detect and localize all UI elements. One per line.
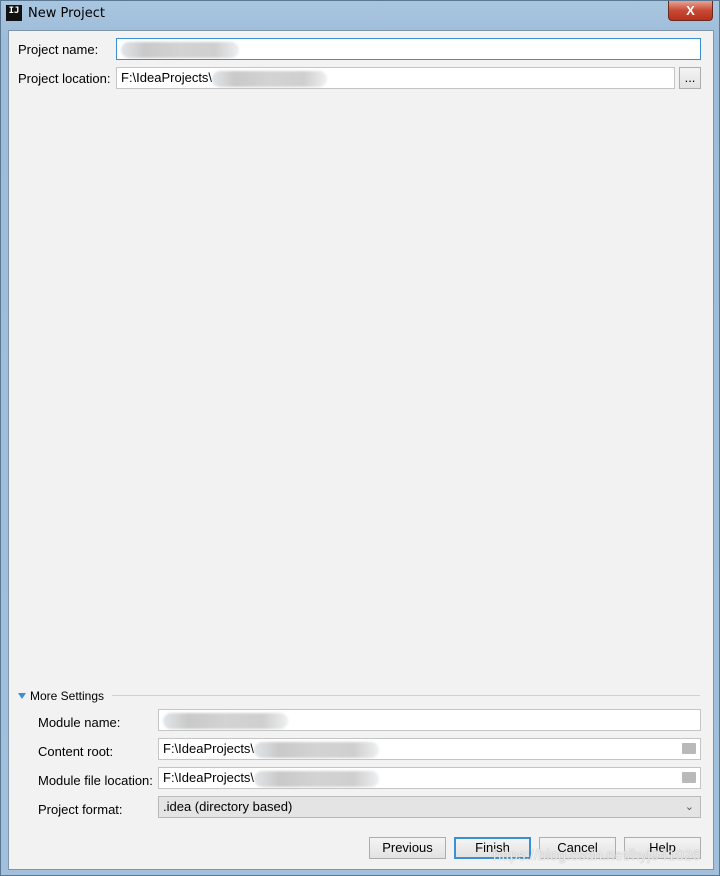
project-format-select[interactable]: .idea (directory based) ⌄ — [158, 796, 701, 818]
window-frame: IJ New Project X Project name: Project l… — [0, 0, 720, 876]
chevron-down-icon: ⌄ — [684, 801, 694, 813]
module-file-location-input[interactable]: F:\IdeaProjects\ — [158, 767, 701, 789]
folder-icon[interactable] — [682, 772, 696, 783]
content-root-input[interactable]: F:\IdeaProjects\ — [158, 738, 701, 760]
module-file-location-value: F:\IdeaProjects\ — [163, 770, 255, 785]
previous-button[interactable]: Previous — [369, 837, 446, 859]
watermark: https://blog.csdn.net/hyj941026 — [493, 847, 701, 864]
title-bar[interactable]: IJ New Project X — [1, 1, 720, 29]
folder-icon[interactable] — [682, 743, 696, 754]
redacted-text — [254, 770, 380, 787]
redacted-text — [212, 70, 328, 87]
close-button[interactable]: X — [668, 1, 713, 21]
dialog-content: Project name: Project location: F:\IdeaP… — [8, 30, 714, 870]
project-location-input[interactable]: F:\IdeaProjects\ — [116, 67, 675, 89]
divider — [112, 695, 700, 696]
expand-triangle-icon[interactable] — [18, 693, 26, 699]
more-settings-toggle[interactable]: More Settings — [30, 689, 104, 703]
project-format-value: .idea (directory based) — [163, 799, 293, 814]
module-file-location-label: Module file location: — [38, 773, 153, 788]
content-root-label: Content root: — [38, 744, 114, 759]
project-location-value: F:\IdeaProjects\ — [121, 70, 213, 85]
redacted-text — [121, 41, 239, 58]
intellij-app-icon: IJ — [6, 5, 22, 21]
window-title: New Project — [28, 6, 105, 21]
project-location-label: Project location: — [18, 71, 111, 86]
redacted-text — [254, 741, 380, 758]
module-name-label: Module name: — [38, 715, 121, 730]
project-name-input[interactable] — [116, 38, 701, 60]
project-format-label: Project format: — [38, 802, 123, 817]
project-name-label: Project name: — [18, 42, 99, 57]
content-root-value: F:\IdeaProjects\ — [163, 741, 255, 756]
browse-button[interactable]: ... — [679, 67, 701, 89]
redacted-text — [163, 712, 288, 729]
module-name-input[interactable] — [158, 709, 701, 731]
